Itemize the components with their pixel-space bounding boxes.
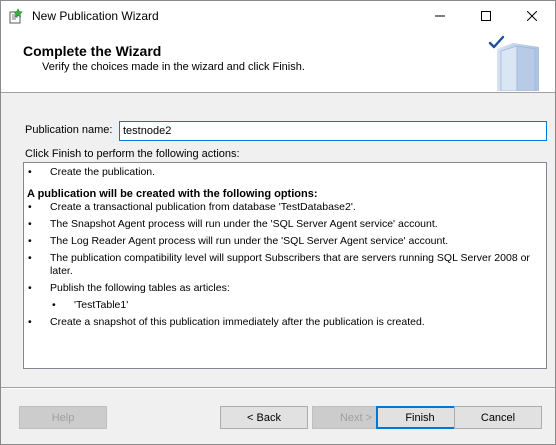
- publication-name-input[interactable]: [119, 121, 547, 141]
- minimize-icon: [435, 15, 445, 17]
- actions-summary[interactable]: • Create the publication. A publication …: [23, 162, 547, 369]
- options-heading: A publication will be created with the f…: [27, 188, 318, 200]
- wizard-header: Complete the Wizard Verify the choices m…: [1, 31, 555, 93]
- bullet: •: [28, 252, 32, 264]
- cancel-button[interactable]: Cancel: [454, 406, 542, 429]
- page-title: Complete the Wizard: [23, 43, 162, 59]
- bullet: •: [28, 201, 32, 213]
- actions-list: • Create the publication. A publication …: [26, 166, 544, 333]
- wizard-icon: [9, 8, 23, 24]
- list-item: • Create the publication.: [28, 166, 156, 178]
- list-item: • Publish the following tables as articl…: [28, 282, 230, 294]
- books-checkmark-icon: [488, 35, 539, 91]
- help-button[interactable]: Help: [19, 406, 107, 429]
- list-item: • The Snapshot Agent process will run un…: [28, 218, 438, 230]
- list-item-article: • 'TestTable1': [26, 299, 544, 312]
- title-bar[interactable]: New Publication Wizard: [1, 1, 555, 31]
- list-item: • The publication compatibility level wi…: [28, 252, 530, 277]
- close-icon: [527, 11, 537, 21]
- bullet: •: [52, 299, 56, 311]
- bullet: •: [28, 218, 32, 230]
- close-button[interactable]: [509, 1, 555, 31]
- bullet: •: [28, 166, 32, 178]
- bullet: •: [28, 282, 32, 294]
- list-item: • The Log Reader Agent process will run …: [28, 235, 449, 247]
- publication-name-label: Publication name:: [25, 124, 113, 136]
- finish-button[interactable]: Finish: [376, 406, 464, 429]
- footer-separator: [1, 387, 555, 389]
- list-item: • Create a transactional publication fro…: [28, 201, 356, 213]
- maximize-icon: [481, 11, 491, 21]
- page-subtitle: Verify the choices made in the wizard an…: [42, 61, 305, 73]
- minimize-button[interactable]: [417, 1, 463, 31]
- window-title: New Publication Wizard: [32, 9, 159, 23]
- maximize-button[interactable]: [463, 1, 509, 31]
- back-button[interactable]: < Back: [220, 406, 308, 429]
- actions-label: Click Finish to perform the following ac…: [25, 148, 240, 160]
- bullet: •: [28, 235, 32, 247]
- bullet: •: [28, 316, 32, 328]
- list-item: • Create a snapshot of this publication …: [28, 316, 425, 328]
- wizard-window: New Publication Wizard Complete the Wiza…: [0, 0, 556, 445]
